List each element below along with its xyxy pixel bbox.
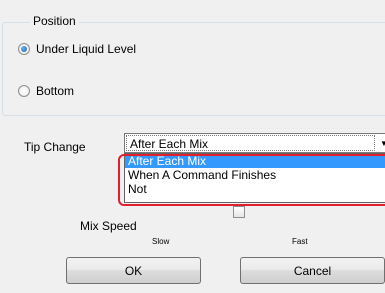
radio-bottom[interactable]: Bottom	[18, 84, 74, 98]
tip-change-combobox[interactable]: After Each Mix ▼	[124, 133, 385, 153]
mix-speed-label: Mix Speed	[80, 219, 137, 233]
tip-change-dropdown-list: After Each Mix When A Command Finishes N…	[124, 153, 385, 203]
dropdown-item-not[interactable]: Not	[125, 182, 385, 196]
radio-label: Bottom	[36, 84, 75, 98]
radio-selected-icon[interactable]	[18, 43, 30, 55]
radio-label: Under Liquid Level	[36, 42, 137, 56]
dropdown-item-after-each-mix[interactable]: After Each Mix	[125, 154, 385, 168]
radio-unselected-icon[interactable]	[18, 85, 30, 97]
dropdown-item-when-a-command-finishes[interactable]: When A Command Finishes	[125, 168, 385, 182]
radio-under-liquid-level[interactable]: Under Liquid Level	[18, 42, 136, 56]
position-groupbox	[2, 22, 385, 116]
tip-change-label: Tip Change	[24, 140, 86, 154]
ok-button[interactable]: OK	[66, 257, 201, 284]
tip-change-value[interactable]: After Each Mix	[126, 135, 375, 151]
mix-speed-checkbox[interactable]	[233, 206, 245, 218]
fast-label: Fast	[292, 237, 308, 246]
cancel-button[interactable]: Cancel	[240, 257, 385, 284]
slow-label: Slow	[152, 237, 170, 246]
position-group-title: Position	[30, 14, 79, 28]
dropdown-arrow-icon[interactable]: ▼	[375, 134, 385, 152]
